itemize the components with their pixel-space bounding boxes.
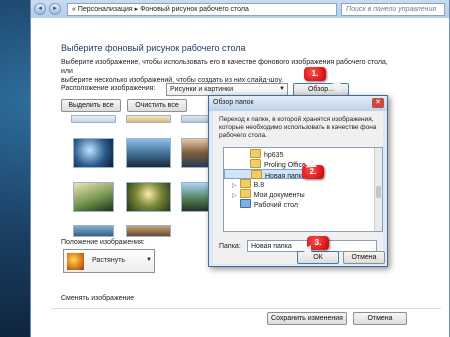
close-icon[interactable]: ✕ bbox=[372, 98, 384, 108]
expand-icon[interactable]: ▷ bbox=[232, 193, 237, 199]
desktop-icon bbox=[240, 199, 251, 208]
back-icon[interactable]: ◂ bbox=[34, 3, 46, 15]
search-placeholder: Поиск в панели управления bbox=[346, 6, 437, 13]
tree-item-label: B.8 bbox=[253, 182, 265, 189]
wallpaper-thumbnail[interactable] bbox=[71, 115, 116, 123]
dialog-cancel-button[interactable]: Отмена bbox=[343, 251, 385, 264]
tree-item-label: Мои документы bbox=[253, 192, 305, 199]
callout-step-1: 1. bbox=[304, 67, 326, 81]
cancel-button[interactable]: Отмена bbox=[353, 312, 407, 325]
chevron-down-icon: ▼ bbox=[146, 257, 152, 263]
folder-input-value: Новая папка bbox=[251, 243, 292, 250]
page-title: Выберите фоновый рисунок рабочего стола bbox=[61, 43, 246, 53]
dialog-body: Переход к папке, в которой хранятся изоб… bbox=[213, 111, 383, 264]
folder-icon bbox=[250, 149, 261, 158]
wallpaper-thumbnail[interactable] bbox=[126, 182, 171, 212]
folder-icon bbox=[250, 159, 261, 168]
dialog-title: Обзор папок bbox=[213, 99, 254, 106]
wallpaper-thumbnail[interactable] bbox=[126, 138, 171, 168]
tree-item-label: Новая папка bbox=[265, 173, 306, 180]
tree-item-label: Рабочий стол bbox=[254, 202, 298, 209]
position-value: Растянуть bbox=[92, 257, 126, 264]
location-value: Рисунки и картинки bbox=[170, 86, 234, 93]
folder-tree[interactable]: hp635 Proling Office Новая папка ▷ B.8 ▷ М… bbox=[223, 147, 383, 232]
folder-label: Папка: bbox=[219, 243, 241, 250]
position-preview-icon bbox=[67, 253, 84, 270]
tree-item[interactable]: ▷ Мои документы bbox=[224, 189, 374, 199]
scrollbar-thumb[interactable] bbox=[376, 186, 381, 198]
folder-icon bbox=[251, 170, 262, 179]
location-label: Расположение изображения: bbox=[61, 85, 156, 92]
wallpaper-thumbnail[interactable] bbox=[73, 138, 114, 168]
tree-item-selected[interactable]: Новая папка bbox=[224, 169, 306, 180]
save-changes-button[interactable]: Сохранить изменения bbox=[267, 312, 347, 325]
chevron-down-icon: ▼ bbox=[279, 86, 285, 92]
position-dropdown[interactable]: Растянуть ▼ bbox=[63, 249, 155, 273]
tree-item[interactable]: ▷ B.8 bbox=[224, 179, 374, 189]
position-label: Положение изображения: bbox=[61, 239, 145, 246]
dialog-instruction: Переход к папке, в которой хранятся изоб… bbox=[219, 116, 377, 139]
search-input[interactable]: Поиск в панели управления bbox=[341, 3, 445, 16]
browse-folder-dialog: Обзор папок ✕ Переход к папке, в которой… bbox=[208, 95, 388, 267]
tree-item[interactable]: Proling Office bbox=[224, 159, 374, 169]
tree-item-label: hp635 bbox=[264, 152, 284, 159]
breadcrumb: « Персонализация ▸ Фоновый рисунок рабоч… bbox=[72, 6, 249, 13]
title-bar: ◂ ▸ « Персонализация ▸ Фоновый рисунок р… bbox=[31, 0, 449, 18]
tree-item-label: Proling Office bbox=[264, 162, 306, 169]
divider bbox=[51, 308, 441, 309]
clear-all-button[interactable]: Очистить все bbox=[127, 99, 187, 112]
address-bar[interactable]: « Персонализация ▸ Фоновый рисунок рабоч… bbox=[67, 3, 337, 16]
wallpaper-thumbnail[interactable] bbox=[126, 115, 171, 123]
description-line-1: Выберите изображение, чтобы использовать… bbox=[61, 59, 388, 75]
forward-icon[interactable]: ▸ bbox=[49, 3, 61, 15]
wallpaper-thumbnail[interactable] bbox=[73, 225, 114, 237]
dialog-title-bar: Обзор папок ✕ bbox=[209, 96, 387, 111]
folder-icon bbox=[239, 189, 251, 198]
select-all-button[interactable]: Выделить все bbox=[61, 99, 121, 112]
change-interval-label: Сменять изображение bbox=[61, 295, 135, 302]
tree-item[interactable]: hp635 bbox=[224, 149, 374, 159]
folder-icon bbox=[239, 179, 251, 188]
description: Выберите изображение, чтобы использовать… bbox=[61, 58, 391, 85]
tree-item[interactable]: Рабочий стол bbox=[224, 199, 374, 209]
wallpaper-thumbnail[interactable] bbox=[73, 182, 114, 212]
wallpaper-thumbnail[interactable] bbox=[126, 225, 171, 237]
tree-scrollbar[interactable] bbox=[374, 148, 382, 231]
